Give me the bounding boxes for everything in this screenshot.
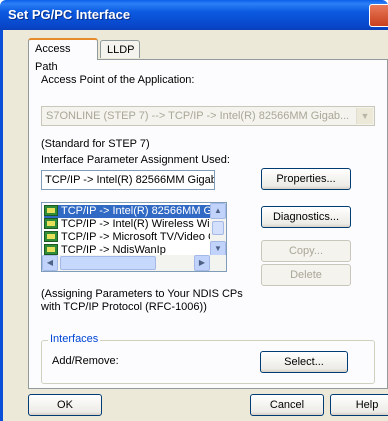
scroll-right-icon[interactable]: ▶ — [194, 255, 210, 271]
scroll-thumb[interactable] — [212, 221, 224, 235]
list-item-label: TCP/IP -> Intel(R) 82566MM Gigab — [61, 205, 227, 217]
access-point-label: Access Point of the Application: — [41, 74, 195, 86]
network-adapter-icon — [44, 231, 58, 242]
copy-button[interactable]: Copy... — [261, 240, 351, 262]
list-item[interactable]: TCP/IP -> Microsoft TV/Video Con — [44, 231, 227, 244]
list-item[interactable]: TCP/IP -> Intel(R) 82566MM Gigab — [44, 205, 227, 218]
standard-note: (Standard for STEP 7) — [41, 138, 150, 150]
vertical-scrollbar[interactable]: ▲ ▼ — [210, 203, 226, 257]
list-item-label: TCP/IP -> Microsoft TV/Video Con — [61, 231, 227, 243]
access-point-value: S7ONLINE (STEP 7) --> TCP/IP -> Intel(R)… — [46, 110, 350, 122]
properties-button[interactable]: Properties... — [261, 168, 351, 190]
diagnostics-button[interactable]: Diagnostics... — [261, 206, 351, 228]
interface-description: (Assigning Parameters to Your NDIS CPs w… — [41, 288, 243, 313]
dialog-body: Access Path LLDP Access Point of the App… — [0, 30, 388, 421]
tab-access-path[interactable]: Access Path — [28, 38, 98, 73]
interface-param-field[interactable]: TCP/IP -> Intel(R) 82566MM Gigab... — [41, 170, 215, 190]
list-item-label: TCP/IP -> Intel(R) Wireless WiFi... — [61, 218, 227, 230]
title-bar[interactable]: Set PG/PC Interface — [0, 0, 388, 30]
window-title: Set PG/PC Interface — [8, 7, 131, 22]
ok-button[interactable]: OK — [28, 394, 102, 416]
interface-param-label: Interface Parameter Assignment Used: — [41, 154, 230, 166]
interfaces-group: Interfaces Add/Remove: Select... — [41, 333, 375, 384]
chevron-down-icon: ▼ — [356, 108, 373, 124]
network-adapter-icon — [44, 205, 58, 216]
delete-button[interactable]: Delete — [261, 264, 351, 286]
scroll-left-icon[interactable]: ◀ — [42, 255, 58, 271]
cancel-button[interactable]: Cancel — [250, 394, 324, 416]
interfaces-group-title: Interfaces — [48, 333, 101, 345]
select-button[interactable]: Select... — [260, 351, 348, 373]
network-adapter-icon — [44, 218, 58, 229]
horizontal-scrollbar[interactable]: ◀ ▶ — [42, 255, 226, 271]
add-remove-label: Add/Remove: — [52, 355, 119, 367]
tab-lldp[interactable]: LLDP — [100, 40, 140, 58]
access-point-combo: S7ONLINE (STEP 7) --> TCP/IP -> Intel(R)… — [41, 106, 375, 126]
close-button[interactable] — [369, 4, 388, 27]
help-button[interactable]: Help — [330, 394, 388, 416]
network-adapter-icon — [44, 244, 58, 255]
list-item[interactable]: TCP/IP -> Intel(R) Wireless WiFi... — [44, 218, 227, 231]
interface-list[interactable]: TCP/IP -> Intel(R) 82566MM Gigab TCP/IP … — [41, 202, 227, 272]
access-path-panel: Access Point of the Application: S7ONLIN… — [28, 59, 388, 389]
scroll-up-icon[interactable]: ▲ — [210, 203, 226, 219]
scroll-thumb[interactable] — [60, 256, 156, 270]
